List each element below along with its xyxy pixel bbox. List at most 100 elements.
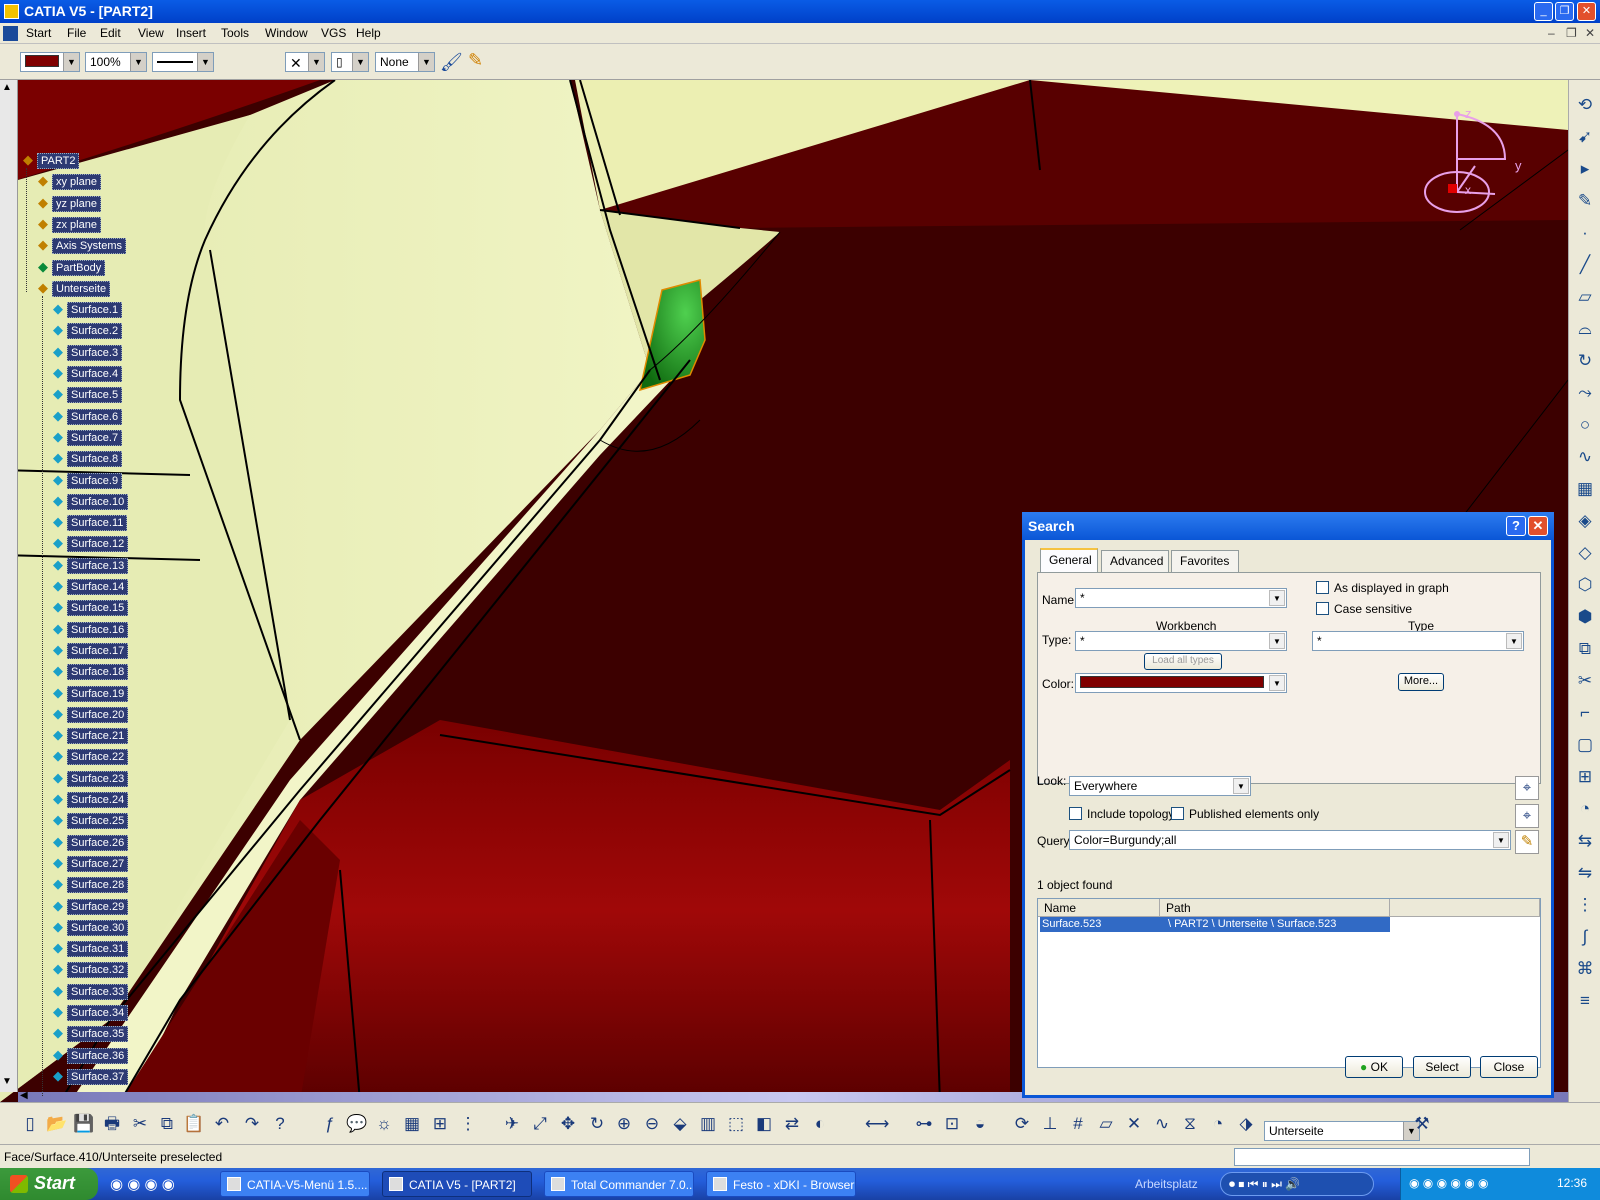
properties-icon[interactable]: ✎ [468, 50, 483, 71]
as-displayed-checkbox[interactable] [1316, 581, 1329, 594]
result-row[interactable]: Surface.523 \ PART2 \ Unterseite \ Surfa… [1040, 917, 1390, 932]
quicklaunch-icons[interactable]: ◉ ◉ ◉ ◉ [110, 1175, 175, 1193]
chevron-down-icon[interactable]: ▼ [1269, 633, 1285, 649]
boundary-icon[interactable]: ▢ [1573, 734, 1597, 756]
point-icon[interactable]: · [1573, 222, 1597, 244]
query-field[interactable]: Color=Burgundy;all ▼ [1069, 830, 1511, 850]
comment-icon[interactable]: 💬 [345, 1112, 369, 1136]
inertia-icon[interactable]: ◔ [1206, 1112, 1230, 1136]
zoom-in-icon[interactable]: ⊕ [612, 1112, 636, 1136]
loft-icon[interactable]: ⬢ [1573, 606, 1597, 628]
measure-item-icon[interactable]: ⊶ [912, 1112, 936, 1136]
knowledge-icon[interactable]: ⋮ [456, 1112, 480, 1136]
multi-section-icon[interactable]: ⬡ [1573, 574, 1597, 596]
zoom-out-icon[interactable]: ⊖ [640, 1112, 664, 1136]
select-button[interactable]: Select [1413, 1056, 1471, 1078]
measure-inertia-icon[interactable]: ⊡ [940, 1112, 964, 1136]
render-icon[interactable]: ◐ [808, 1112, 832, 1136]
fill-icon[interactable]: ▦ [1573, 478, 1597, 500]
new-icon[interactable]: ▯ [18, 1112, 42, 1136]
sweep-icon[interactable]: ⤳ [1573, 382, 1597, 404]
menu-tools[interactable]: Tools [221, 26, 249, 40]
command-input[interactable] [1234, 1148, 1530, 1166]
axis-system-icon[interactable]: ⊥ [1038, 1112, 1062, 1136]
tray-icons[interactable]: ◉ ◉ ◉ ◉ ◉ ◉ [1409, 1176, 1489, 1190]
case-sensitive-checkbox[interactable] [1316, 602, 1329, 615]
sketch-icon[interactable]: ✎ [1573, 190, 1597, 212]
whats-this-icon[interactable]: ? [268, 1112, 292, 1136]
search-select-binoculars-icon[interactable]: ⌖ [1515, 804, 1539, 828]
connect-icon[interactable]: ⧖ [1178, 1112, 1202, 1136]
doc-minimize-icon[interactable]: – [1548, 26, 1555, 40]
menu-insert[interactable]: Insert [176, 26, 206, 40]
tab-advanced[interactable]: Advanced [1101, 550, 1169, 572]
revolve-icon[interactable]: ↻ [1573, 350, 1597, 372]
more-button[interactable]: More... [1398, 673, 1444, 691]
help-button[interactable]: ? [1506, 516, 1526, 536]
law-icon[interactable]: ∫ [1573, 926, 1597, 948]
minimize-button[interactable]: _ [1534, 2, 1553, 21]
close-button[interactable]: ✕ [1577, 2, 1596, 21]
type-field[interactable]: * ▼ [1312, 631, 1524, 651]
rotate-icon[interactable]: ↻ [585, 1112, 609, 1136]
catia-app-icon[interactable] [4, 4, 19, 19]
spline-icon[interactable]: ∿ [1573, 446, 1597, 468]
close-dialog-button[interactable]: Close [1480, 1056, 1538, 1078]
light-icon[interactable]: ☼ [372, 1112, 396, 1136]
menu-vgs[interactable]: VGS [321, 26, 346, 40]
layer-combo[interactable]: ▯ ▼ [331, 52, 369, 72]
col-path-header[interactable]: Path [1160, 899, 1390, 917]
3d-analysis-icon[interactable]: ∿ [1150, 1112, 1174, 1136]
doc-close-icon[interactable]: ✕ [1585, 26, 1595, 40]
chevron-down-icon[interactable]: ▼ [1269, 675, 1285, 691]
chevron-down-icon[interactable]: ▼ [1506, 633, 1522, 649]
line-icon[interactable]: ╱ [1573, 254, 1597, 276]
save-icon[interactable]: 💾 [72, 1112, 96, 1136]
formula-icon[interactable]: ƒ [318, 1112, 342, 1136]
chevron-down-icon[interactable]: ▼ [1493, 832, 1509, 848]
fly-icon[interactable]: ✈ [500, 1112, 524, 1136]
trim-icon[interactable]: ⌐ [1573, 702, 1597, 724]
chevron-down-icon[interactable]: ▼ [197, 53, 213, 71]
annotation-icon[interactable]: ⌘ [1573, 958, 1597, 980]
extrude-icon[interactable]: ⌓ [1573, 318, 1597, 340]
snap-icon[interactable]: ✕ [1122, 1112, 1146, 1136]
print-icon[interactable]: 🖶 [100, 1112, 124, 1136]
view-icon[interactable]: ⟲ [1573, 94, 1597, 116]
normal-view-icon[interactable]: ⬙ [668, 1112, 692, 1136]
menu-help[interactable]: Help [356, 26, 381, 40]
col-name-header[interactable]: Name [1038, 899, 1160, 917]
task-festo-browser[interactable]: Festo - xDKI - Browser [706, 1171, 856, 1197]
grid-icon[interactable]: # [1066, 1112, 1090, 1136]
doc-icon[interactable] [3, 26, 18, 41]
offset-icon[interactable]: ◇ [1573, 542, 1597, 564]
add-favorite-icon[interactable]: ✎ [1515, 830, 1539, 854]
load-all-types-button[interactable]: Load all types [1144, 653, 1222, 670]
color-field[interactable]: ▼ [1075, 673, 1287, 693]
extract-icon[interactable]: ⊞ [1573, 766, 1597, 788]
tab-favorites[interactable]: Favorites [1171, 550, 1239, 572]
multi-view-icon[interactable]: ▥ [696, 1112, 720, 1136]
work-plane-icon[interactable]: ▱ [1094, 1112, 1118, 1136]
paste-icon[interactable]: 📋 [182, 1112, 206, 1136]
chevron-down-icon[interactable]: ▼ [130, 53, 146, 71]
table-icon[interactable]: ▦ [400, 1112, 424, 1136]
chevron-down-icon[interactable]: ▼ [418, 53, 434, 71]
undo-icon[interactable]: ↶ [210, 1112, 234, 1136]
measure-icon[interactable]: ⟷ [865, 1112, 889, 1136]
painter-icon[interactable]: 🖌 [440, 52, 463, 73]
ok-button[interactable]: ● OK [1345, 1056, 1403, 1078]
iso-view-icon[interactable]: ⬚ [724, 1112, 748, 1136]
menu-edit[interactable]: Edit [100, 26, 121, 40]
join-icon[interactable]: ⧉ [1573, 638, 1597, 660]
doc-restore-icon[interactable]: ❐ [1566, 26, 1577, 40]
search-binoculars-icon[interactable]: ⌖ [1515, 776, 1539, 800]
look-combo[interactable]: Everywhere ▼ [1069, 776, 1251, 796]
menu-start[interactable]: Start [26, 26, 51, 40]
task-catia-menu[interactable]: CATIA-V5-Menü 1.5.... [220, 1171, 370, 1197]
color-combo[interactable]: ▼ [20, 52, 80, 72]
arbeitsplatz-toolbar[interactable]: Arbeitsplatz [1135, 1177, 1198, 1191]
restore-button[interactable]: ❐ [1555, 2, 1574, 21]
tab-general[interactable]: General [1040, 548, 1098, 573]
geometrical-set-icon[interactable]: ⬗ [1234, 1112, 1258, 1136]
